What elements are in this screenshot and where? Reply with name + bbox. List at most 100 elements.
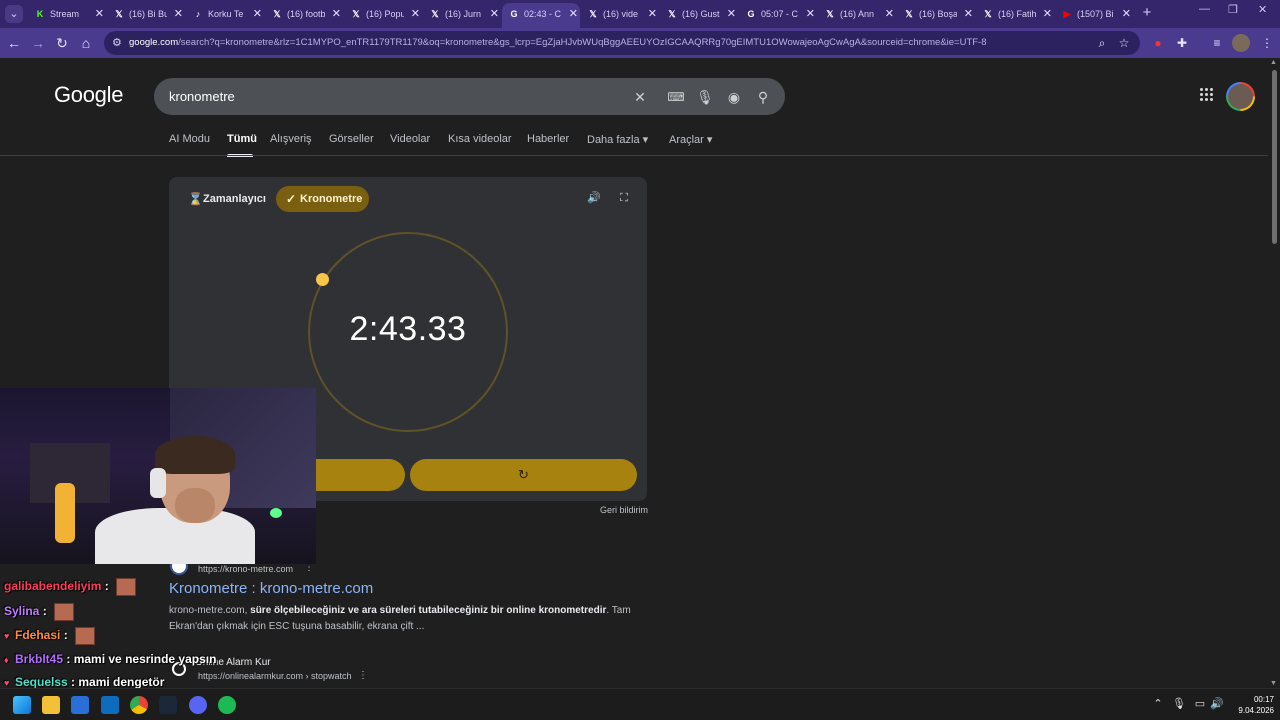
fullscreen-icon[interactable]: ⛶ <box>617 191 631 205</box>
home-button[interactable]: ⌂ <box>76 33 96 53</box>
feedback-link[interactable]: Geri bildirim <box>600 505 648 515</box>
maximize-button[interactable]: ❐ <box>1228 3 1238 16</box>
spotify-icon[interactable] <box>218 696 236 714</box>
taskbar: ⌃ 🎙 ▭ 🔊 00:17 9.04.2026 <box>0 688 1280 720</box>
network-icon[interactable]: ▭ <box>1193 697 1207 711</box>
tab-close-icon[interactable]: ✕ <box>95 3 104 25</box>
steam-icon[interactable] <box>159 696 177 714</box>
scroll-down-icon[interactable]: ▼ <box>1270 680 1277 687</box>
reading-list-icon[interactable]: ≡ <box>1208 34 1226 52</box>
browser-tab[interactable]: 𝕏 (16) Jurn ✕ <box>423 3 501 25</box>
browser-tab[interactable]: 𝕏 (16) Gust ✕ <box>660 3 738 25</box>
address-bar[interactable]: ⚙ google.com/search?q=kronometre&rlz=1C1… <box>104 31 1140 55</box>
account-avatar[interactable] <box>1226 82 1255 111</box>
search-tab[interactable]: Videolar <box>390 133 430 145</box>
tab-close-icon[interactable]: ✕ <box>727 3 736 25</box>
stopwatch-mode-button[interactable]: ✓ Kronometre <box>276 186 369 212</box>
search-icon[interactable]: ⚲ <box>754 88 772 106</box>
browser-tab[interactable]: 𝕏 (16) Bi Bu ✕ <box>107 3 185 25</box>
tab-close-icon[interactable]: ✕ <box>174 3 183 25</box>
browser-menu-icon[interactable]: ⋮ <box>1258 34 1276 52</box>
bookmark-star-icon[interactable]: ☆ <box>1116 35 1132 51</box>
result2-site-url[interactable]: https://onlinealarmkur.com › stopwatch <box>198 671 352 681</box>
file-explorer-icon[interactable] <box>42 696 60 714</box>
browser-tab[interactable]: ▶ (1507) Bi ✕ <box>1055 3 1133 25</box>
back-button[interactable]: ← <box>4 33 24 53</box>
site-info-icon[interactable]: ⚙ <box>112 36 126 50</box>
tab-close-icon[interactable]: ✕ <box>411 3 420 25</box>
tab-search-button[interactable]: ⌄ <box>5 5 23 23</box>
discord-icon[interactable] <box>189 696 207 714</box>
search-tab[interactable]: AI Modu <box>169 133 210 145</box>
zoom-icon[interactable]: ⌕ <box>1094 35 1110 51</box>
outlook-icon[interactable] <box>101 696 119 714</box>
chat-username: Sequelss <box>15 675 68 689</box>
tab-close-icon[interactable]: ✕ <box>253 3 262 25</box>
search-box[interactable]: kronometre ✕ ⌨ 🎙 ◉ ⚲ <box>154 78 785 115</box>
reset-button[interactable]: ↻ <box>410 459 637 491</box>
result2-more-icon[interactable]: ⋮ <box>358 670 368 681</box>
search-tab[interactable]: Haberler <box>527 133 569 145</box>
extension-opera-icon[interactable]: ● <box>1149 34 1167 52</box>
tab-close-icon[interactable]: ✕ <box>648 3 657 25</box>
chrome-icon[interactable] <box>130 696 148 714</box>
sound-icon[interactable]: 🔊 <box>587 191 601 205</box>
browser-tab[interactable]: 𝕏 (16) Ann ✕ <box>818 3 896 25</box>
search-tab[interactable]: Görseller <box>329 133 374 145</box>
browser-tab[interactable]: 𝕏 (16) footb ✕ <box>265 3 343 25</box>
search-input[interactable]: kronometre <box>169 78 235 115</box>
voice-search-icon[interactable]: 🎙 <box>696 88 714 106</box>
tab-close-icon[interactable]: ✕ <box>885 3 894 25</box>
tab-close-icon[interactable]: ✕ <box>964 3 973 25</box>
webcam-overlay <box>0 388 316 564</box>
extensions-puzzle-icon[interactable]: ✚ <box>1173 34 1191 52</box>
reload-button[interactable]: ↻ <box>52 33 72 53</box>
result-site-url[interactable]: https://krono-metre.com <box>198 564 293 574</box>
search-tab[interactable]: Daha fazla ▾ <box>587 133 648 146</box>
browser-tab[interactable]: 𝕏 (16) Popu ✕ <box>344 3 422 25</box>
new-tab-button[interactable]: + <box>1138 4 1156 22</box>
tab-close-icon[interactable]: ✕ <box>569 3 578 25</box>
timer-mode-button[interactable]: ⌛ Zamanlayıcı <box>179 186 274 212</box>
windows-start-icon[interactable] <box>13 696 31 714</box>
chat-message: galibabendeliyim : <box>4 578 137 596</box>
taskbar-clock[interactable]: 00:17 9.04.2026 <box>1228 694 1274 716</box>
search-tab[interactable]: Kısa videolar <box>448 133 512 145</box>
browser-tab[interactable]: 𝕏 (16) vide ✕ <box>581 3 659 25</box>
browser-tab[interactable]: G 02:43 - C ✕ <box>502 3 580 28</box>
tab-close-icon[interactable]: ✕ <box>1122 3 1131 25</box>
tab-close-icon[interactable]: ✕ <box>490 3 499 25</box>
microphone-icon[interactable]: 🎙 <box>1172 697 1186 711</box>
profile-avatar[interactable] <box>1232 34 1250 52</box>
tab-close-icon[interactable]: ✕ <box>1043 3 1052 25</box>
clear-search-icon[interactable]: ✕ <box>631 88 649 106</box>
browser-tab[interactable]: 𝕏 (16) Fatih ✕ <box>976 3 1054 25</box>
search-tab[interactable]: Tümü <box>227 133 257 145</box>
result-title-link[interactable]: Kronometre : krono-metre.com <box>169 580 373 597</box>
keyboard-icon[interactable]: ⌨ <box>667 88 685 106</box>
browser-tab[interactable]: K Stream ✕ <box>28 3 106 25</box>
tab-close-icon[interactable]: ✕ <box>806 3 815 25</box>
tab-strip: ⌄ K Stream ✕ 𝕏 (16) Bi Bu ✕ ♪ Korku Te ✕ 𝕏 (16) fo… <box>0 0 1280 28</box>
search-tab[interactable]: Alışveriş <box>270 133 312 145</box>
minimize-button[interactable]: — <box>1199 3 1210 15</box>
volume-icon[interactable]: 🔊 <box>1210 697 1224 711</box>
browser-tab[interactable]: G 05:07 - C ✕ <box>739 3 817 25</box>
lens-camera-icon[interactable]: ◉ <box>725 88 743 106</box>
google-apps-icon[interactable] <box>1200 88 1216 104</box>
google-logo[interactable]: Google <box>54 82 123 108</box>
browser-tab[interactable]: 𝕏 (16) Boşa ✕ <box>897 3 975 25</box>
scrollbar-thumb[interactable] <box>1272 70 1277 244</box>
tab-close-icon[interactable]: ✕ <box>332 3 341 25</box>
check-icon: ✓ <box>286 192 297 206</box>
tray-expand-icon[interactable]: ⌃ <box>1151 697 1165 711</box>
close-window-button[interactable]: ✕ <box>1258 3 1267 16</box>
browser-tab[interactable]: ♪ Korku Te ✕ <box>186 3 264 25</box>
store-icon[interactable] <box>71 696 89 714</box>
page-scrollbar[interactable]: ▲ ▼ <box>1268 58 1280 688</box>
search-tab[interactable]: Araçlar ▾ <box>669 133 712 146</box>
url-text[interactable]: google.com/search?q=kronometre&rlz=1C1MY… <box>129 31 1059 55</box>
scroll-up-icon[interactable]: ▲ <box>1270 59 1277 66</box>
x-icon: 𝕏 <box>273 9 281 19</box>
forward-button[interactable]: → <box>28 33 48 53</box>
